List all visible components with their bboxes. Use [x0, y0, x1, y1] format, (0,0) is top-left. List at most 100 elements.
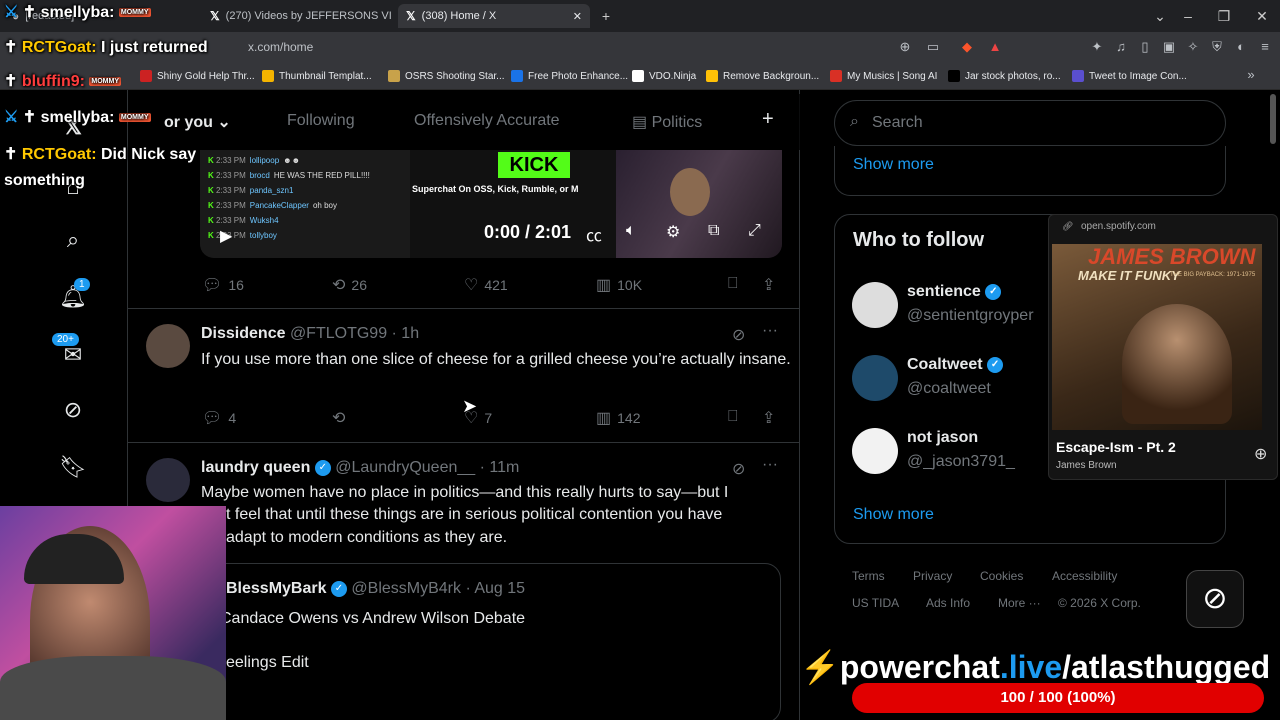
search-input[interactable]: Search — [872, 114, 923, 132]
cover-artist: JAMES BROWN — [1088, 244, 1256, 269]
new-tab-button[interactable]: + — [596, 6, 616, 26]
tab-following[interactable]: Following — [287, 112, 355, 130]
cast-icon[interactable]: ▭ — [924, 38, 942, 56]
views-button[interactable]: ▥ 142 — [596, 408, 640, 428]
pip-icon[interactable]: ⧉ — [708, 222, 719, 240]
browser-tab-active[interactable]: 𝕏 (308) Home / X ✕ — [398, 4, 590, 28]
follow-handle: @sentientgroyper — [907, 307, 1034, 324]
footer-privacy[interactable]: Privacy — [913, 569, 952, 583]
volume-icon[interactable]: 🔈︎ — [626, 222, 636, 240]
tab-offensively-accurate[interactable]: Offensively Accurate — [414, 112, 560, 130]
footer-ads-info[interactable]: Ads Info — [926, 596, 970, 610]
close-window-icon[interactable]: ✕ — [1252, 6, 1272, 26]
bookmark-item[interactable]: Jar stock photos, ro... — [948, 66, 1061, 86]
minimize-icon[interactable]: – — [1178, 6, 1198, 26]
follow-name[interactable]: not jason — [907, 429, 978, 447]
bookmark-item[interactable]: Free Photo Enhance... — [511, 66, 628, 86]
post-handle[interactable]: @FTLOTG99 · 1h — [290, 325, 419, 342]
reply-button[interactable]: 💬︎ 4 — [202, 408, 236, 428]
grok-icon[interactable]: ⊘ — [732, 459, 745, 479]
powerchat-progress-bar: 100 / 100 (100%) — [852, 683, 1264, 713]
post-author[interactable]: laundry queen — [201, 459, 310, 476]
views-button[interactable]: ▥ 10K — [596, 275, 642, 295]
chat-user: smellyba: — [40, 4, 115, 21]
bookmark-item[interactable]: Tweet to Image Con... — [1072, 66, 1187, 86]
add-icon[interactable]: ⊕ — [1254, 444, 1267, 464]
wallet-icon[interactable]: ▣ — [1160, 38, 1178, 56]
chat-user: brocd — [249, 171, 270, 180]
footer-terms[interactable]: Terms — [852, 569, 885, 583]
share-icon[interactable]: ⇪ — [762, 275, 775, 295]
footer-cookies[interactable]: Cookies — [980, 569, 1023, 583]
play-icon[interactable]: ▶ — [220, 226, 232, 246]
search-icon[interactable]: ⌕ — [58, 225, 88, 255]
profile-icon[interactable]: ◐ — [1232, 38, 1250, 56]
share-icon[interactable]: ⇪ — [762, 408, 775, 428]
avatar[interactable] — [146, 458, 190, 502]
footer-more[interactable]: More ··· — [998, 596, 1041, 610]
leo-icon[interactable]: ✧ — [1184, 38, 1202, 56]
fullscreen-icon[interactable]: ⤢ — [748, 222, 761, 240]
vpn-icon[interactable]: ⛨ — [1208, 38, 1226, 56]
brave-shield-icon[interactable]: ◆ — [958, 38, 976, 56]
tab-label: or you — [164, 114, 213, 131]
album-cover: JAMES BROWN MAKE IT FUNKY THE BIG PAYBAC… — [1052, 244, 1262, 430]
footer-accessibility[interactable]: Accessibility — [1052, 569, 1117, 583]
url-field[interactable]: x.com/home — [248, 40, 313, 54]
chevron-down-icon: ⌄ — [217, 114, 231, 131]
menu-icon[interactable]: ≡ — [1256, 38, 1274, 56]
scrollbar[interactable] — [1270, 94, 1276, 144]
tab-politics[interactable]: ▤ Politics — [632, 112, 702, 132]
avatar[interactable] — [146, 324, 190, 368]
add-tab-button[interactable]: + — [762, 108, 774, 131]
avatar[interactable] — [852, 282, 898, 328]
more-icon[interactable]: ··· — [762, 322, 778, 340]
quoted-text: Candace Owens vs Andrew Wilson Debate — [220, 610, 526, 627]
heart-icon: ♡ — [464, 277, 479, 294]
browser-tab[interactable]: 𝕏 (270) Videos by JEFFERSONS VIOL — [202, 4, 392, 28]
like-button[interactable]: ♡ 421 — [464, 275, 508, 295]
show-more-link[interactable]: Show more — [853, 506, 934, 524]
footer-us-tida[interactable]: US TIDA — [852, 596, 899, 610]
grok-button[interactable]: ⊘ — [1186, 570, 1244, 628]
bookmark-item[interactable]: My Musics | Song AI — [830, 66, 937, 86]
bookmark-item[interactable]: Thumbnail Templat... — [262, 66, 372, 86]
music-icon[interactable]: ♫ — [1112, 38, 1130, 56]
captions-icon[interactable]: ㏄ — [586, 222, 602, 246]
bookmark-item[interactable]: Shiny Gold Help Thr... — [140, 66, 255, 86]
reply-button[interactable]: 💬︎ 16 — [202, 275, 244, 295]
bookmarks-icon[interactable]: 🔖︎ — [58, 452, 88, 482]
tab-for-you[interactable]: or you ⌄ — [164, 112, 231, 132]
bookmark-icon[interactable]: ⎕ — [728, 408, 738, 426]
post-handle[interactable]: @LaundryQueen__ · 11m — [335, 459, 519, 476]
powerchat-brand: ⚡powerchat.live/atlasthugged — [800, 649, 1271, 685]
avatar[interactable] — [852, 428, 898, 474]
sidebar-icon[interactable]: ▯ — [1136, 38, 1154, 56]
repost-button[interactable]: ⟲ 26 — [332, 275, 367, 295]
bookmark-item[interactable]: VDO.Ninja — [632, 66, 696, 86]
follow-name[interactable]: Coaltweet ✓ — [907, 356, 1004, 374]
bookmark-item[interactable]: Remove Backgroun... — [706, 66, 819, 86]
settings-icon[interactable]: ⚙ — [666, 222, 680, 242]
follow-name[interactable]: sentience ✓ — [907, 283, 1002, 301]
avatar[interactable] — [852, 355, 898, 401]
grok-icon[interactable]: ⊘ — [732, 325, 745, 345]
tab-search-icon[interactable]: ⌄ — [1150, 6, 1170, 26]
post-author[interactable]: Dissidence — [201, 325, 285, 342]
more-icon[interactable]: ··· — [762, 456, 778, 474]
repost-button[interactable]: ⟲ — [332, 408, 345, 428]
zoom-icon[interactable]: ⊕ — [896, 38, 914, 56]
bookmark-item[interactable]: OSRS Shooting Star... — [388, 66, 505, 86]
show-more-link[interactable]: Show more — [853, 156, 934, 174]
post-header: laundry queen ✓ @LaundryQueen__ · 11m — [201, 459, 519, 477]
grok-icon[interactable]: ⊘ — [58, 395, 88, 425]
video-time: 0:00 / 2:01 — [484, 222, 572, 242]
tab-close-icon[interactable]: ✕ — [573, 10, 582, 23]
bookmark-favicon-icon — [948, 70, 960, 82]
maximize-icon[interactable]: ❐ — [1214, 6, 1234, 26]
extensions-icon[interactable]: ✦ — [1088, 38, 1106, 56]
bookmark-favicon-icon — [511, 70, 523, 82]
more-bookmarks-icon[interactable]: » — [1242, 66, 1260, 84]
brave-rewards-icon[interactable]: ▲ — [986, 38, 1004, 56]
bookmark-icon[interactable]: ⎕ — [728, 275, 738, 293]
